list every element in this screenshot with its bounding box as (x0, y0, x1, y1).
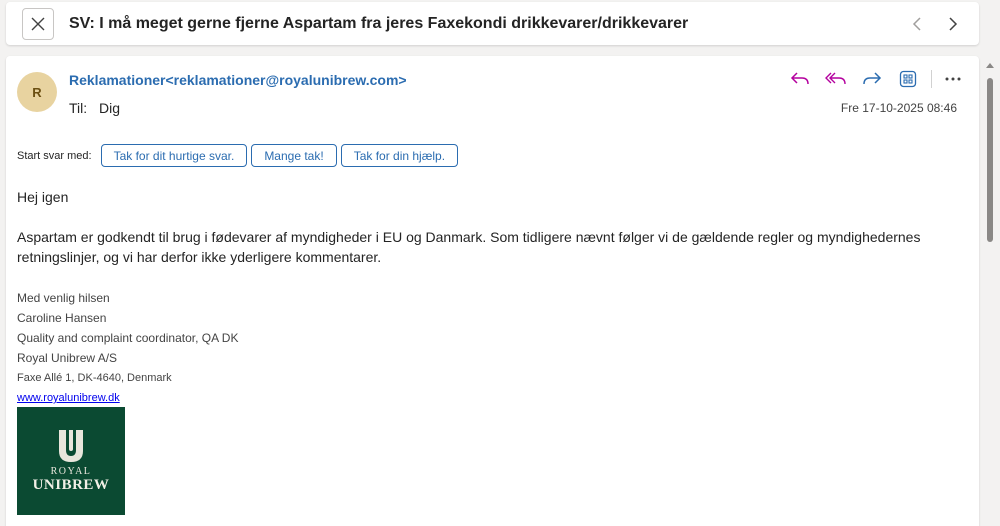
recipient-name[interactable]: Dig (99, 100, 120, 116)
suggested-reply-button[interactable]: Tak for dit hurtige svar. (100, 144, 248, 167)
message-datetime: Fre 17-10-2025 08:46 (840, 101, 957, 115)
signature-closing: Med venlig hilsen (17, 291, 110, 305)
close-button[interactable] (22, 8, 54, 40)
forward-icon (863, 72, 882, 85)
logo-text-royal: ROYAL (50, 466, 92, 477)
apps-button[interactable] (897, 68, 919, 90)
message-actions (789, 68, 964, 90)
reply-button[interactable] (789, 68, 811, 90)
signature-title: Quality and complaint coordinator, QA DK (17, 331, 239, 345)
suggested-replies: Start svar med: Tak for dit hurtige svar… (17, 144, 462, 167)
forward-button[interactable] (861, 68, 883, 90)
more-actions-button[interactable] (942, 68, 964, 90)
subject-bar: SV: I må meget gerne fjerne Aspartam fra… (6, 2, 979, 45)
previous-message-button[interactable] (908, 14, 926, 34)
royal-unibrew-logo: ROYAL UNIBREW (17, 407, 125, 515)
suggested-replies-label: Start svar med: (17, 149, 92, 162)
close-icon (31, 17, 45, 31)
signature-address: Faxe Allé 1, DK-4640, Denmark (17, 372, 172, 384)
reading-pane: R Reklamationer<reklamationer@royalunibr… (6, 56, 979, 526)
suggested-reply-button[interactable]: Tak for din hjælp. (340, 144, 459, 167)
signature-company: Royal Unibrew A/S (17, 351, 118, 365)
signature-name: Caroline Hansen (17, 311, 107, 325)
suggested-reply-button[interactable]: Mange tak! (251, 144, 337, 167)
chevron-right-icon (949, 17, 958, 31)
apps-icon (899, 70, 917, 88)
sender-avatar[interactable]: R (17, 72, 57, 112)
scrollbar-thumb[interactable] (987, 78, 993, 242)
logo-text-unibrew: UNIBREW (32, 477, 110, 493)
email-paragraph: Aspartam er godkendt til brug i fødevare… (17, 229, 921, 265)
chevron-left-icon (912, 17, 921, 31)
recipient-row: Til: Dig (69, 100, 120, 116)
toolbar-divider (931, 70, 932, 88)
next-message-button[interactable] (944, 14, 962, 34)
email-subject: SV: I må meget gerne fjerne Aspartam fra… (69, 15, 689, 32)
to-label: Til: (69, 100, 88, 116)
signature-website-link[interactable]: www.royalunibrew.dk (17, 388, 120, 408)
sender-address[interactable]: Reklamationer<reklamationer@royalunibrew… (69, 72, 407, 88)
scroll-up-button[interactable] (985, 60, 995, 70)
scroll-up-icon (986, 63, 994, 68)
reply-icon (790, 72, 809, 85)
reply-all-icon (825, 72, 846, 85)
reply-all-button[interactable] (825, 68, 847, 90)
email-greeting: Hej igen (17, 189, 69, 205)
logo-mark-icon (59, 430, 83, 462)
more-icon (945, 77, 961, 81)
